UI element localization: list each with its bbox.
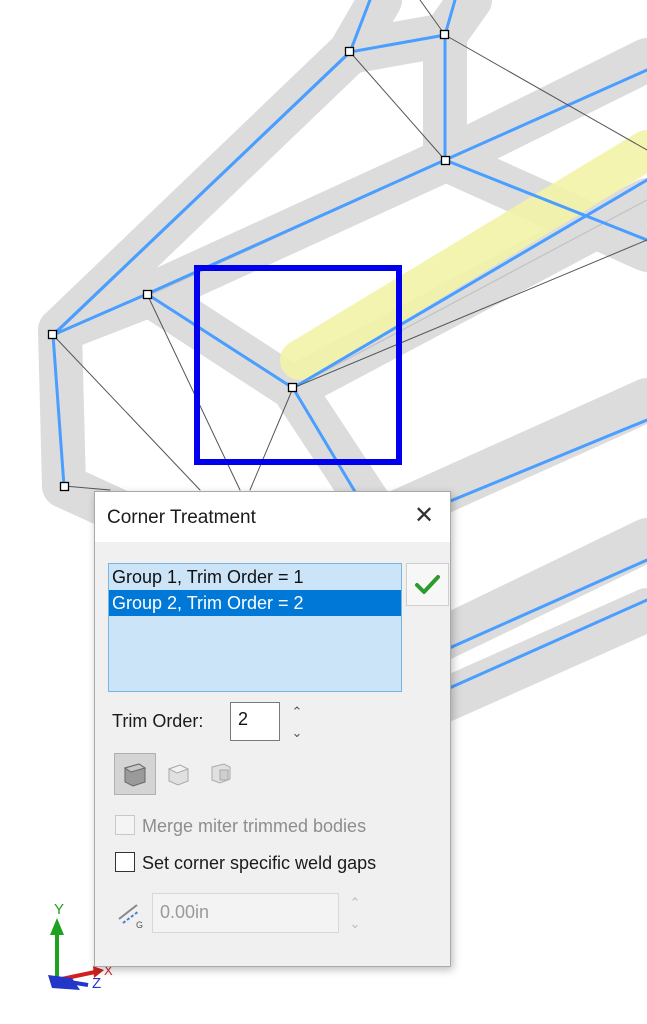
end-miter-button[interactable]: [158, 753, 200, 795]
end-butt-icon: [211, 763, 231, 784]
triad-y-label: Y: [54, 901, 64, 918]
dialog-title: Corner Treatment: [107, 507, 256, 528]
weld-gaps-label: Set corner specific weld gaps: [142, 853, 377, 873]
end-miter-icon: [167, 764, 190, 786]
corner-treatment-dialog: Corner Treatment ✕ Group 1, Trim Order =…: [94, 491, 451, 967]
trim-order-label: Trim Order:: [112, 711, 204, 731]
ok-button[interactable]: [406, 563, 449, 606]
close-icon[interactable]: ✕: [412, 504, 436, 528]
list-item[interactable]: Group 2, Trim Order = 2: [109, 590, 401, 616]
triad-z-label: Z: [92, 975, 101, 992]
weld-gaps-checkbox[interactable]: [115, 852, 135, 872]
spin-down-icon[interactable]: ⌄: [289, 726, 305, 740]
checkmark-icon: [415, 575, 440, 594]
spin-up-icon[interactable]: ⌃: [347, 896, 363, 910]
spin-up-icon[interactable]: ⌃: [289, 705, 305, 719]
list-item[interactable]: Group 1, Trim Order = 1: [109, 564, 401, 590]
weld-gap-icon: G: [118, 904, 143, 929]
end-butt-button[interactable]: [200, 753, 242, 795]
merge-miter-checkbox[interactable]: [115, 815, 135, 835]
weld-gap-input[interactable]: 0.00in: [152, 893, 339, 933]
dialog-titlebar: Corner Treatment ✕: [95, 492, 450, 542]
end-trim-button[interactable]: [114, 753, 156, 795]
spin-down-icon[interactable]: ⌄: [347, 917, 363, 931]
trim-order-input[interactable]: 2: [230, 702, 280, 741]
weld-gap-icon-label: G: [136, 920, 143, 929]
end-trim-icon: [123, 763, 147, 787]
group-list[interactable]: Group 1, Trim Order = 1 Group 2, Trim Or…: [108, 563, 402, 692]
merge-miter-label: Merge miter trimmed bodies: [142, 816, 367, 836]
